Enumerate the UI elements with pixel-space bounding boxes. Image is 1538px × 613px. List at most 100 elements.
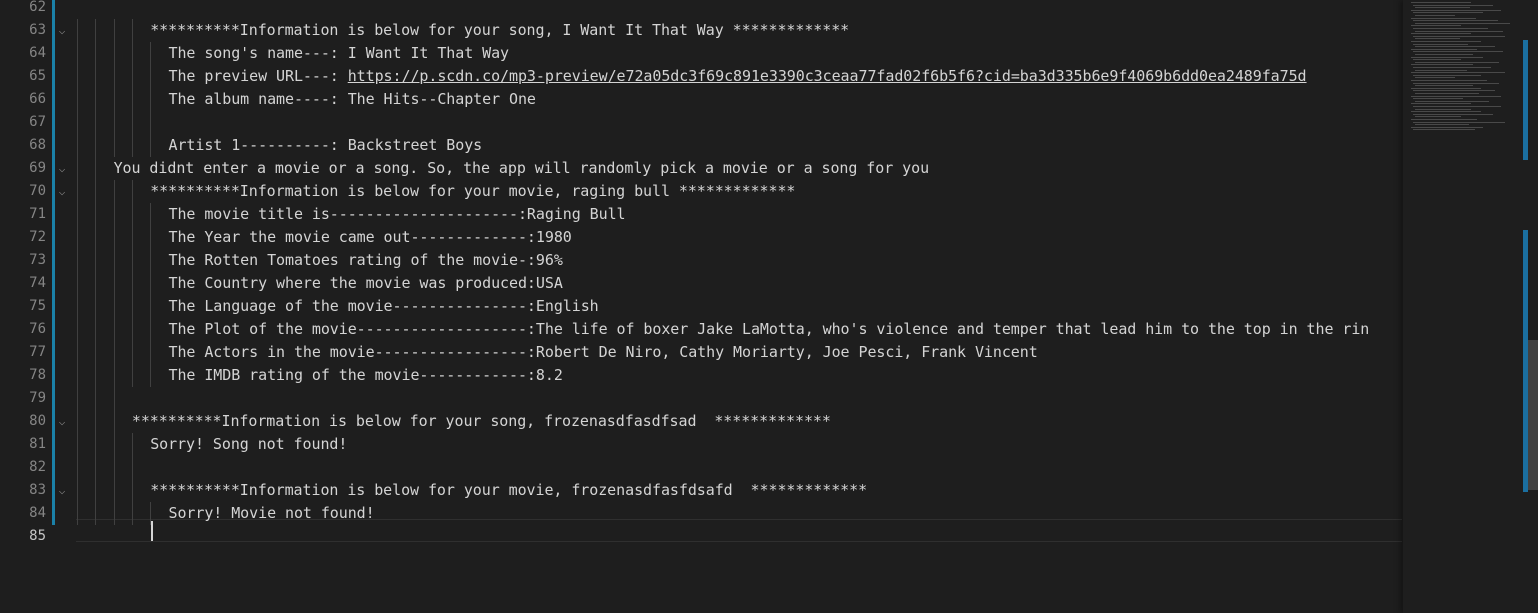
minimap-line: [1413, 98, 1463, 100]
indent-guide: [150, 318, 152, 341]
minimap-line: [1413, 82, 1499, 84]
minimap-line: [1411, 56, 1483, 58]
indent-guide: [113, 364, 115, 387]
line-number: 69: [29, 160, 46, 176]
code-editor[interactable]: 62 63 ⌵ **********Information is below for …: [0, 0, 1403, 613]
indent-guide: [95, 157, 97, 180]
code-text: Sorry! Movie not found!: [169, 502, 375, 525]
code-line[interactable]: 84 Sorry! Movie not found!: [0, 502, 1403, 525]
indent-guide: [77, 272, 78, 295]
minimap-line: [1411, 80, 1487, 81]
indent-guide: [131, 111, 133, 134]
indent-guide: [95, 364, 97, 387]
minimap-line: [1411, 87, 1481, 89]
chevron-down-icon[interactable]: ⌵: [56, 157, 68, 180]
code-line[interactable]: 68 Artist 1----------: Backstreet Boys: [0, 134, 1403, 157]
indent-guide: [131, 318, 133, 341]
code-line[interactable]: 71 The movie title is--------------------…: [0, 203, 1403, 226]
indent-guide: [113, 42, 115, 65]
minimap-line: [1413, 12, 1483, 14]
code-line[interactable]: 63 ⌵ **********Information is below for yo…: [0, 19, 1403, 42]
line-number: 84: [29, 505, 46, 521]
code-line[interactable]: 65 The preview URL---: https://p.scdn.co/…: [0, 65, 1403, 88]
code-line[interactable]: 83 ⌵ **********Information is below for yo…: [0, 479, 1403, 502]
indent-guide: [77, 387, 78, 410]
line-number: 82: [29, 459, 46, 475]
code-line[interactable]: 80 ⌵ **********Information is below for yo…: [0, 410, 1403, 433]
code-line[interactable]: 70 ⌵ **********Information is below for yo…: [0, 180, 1403, 203]
modified-line-indicator: [52, 295, 55, 318]
indent-guide: [131, 65, 133, 88]
chevron-down-icon[interactable]: ⌵: [56, 19, 68, 42]
code-line[interactable]: 77 The Actors in the movie---------------…: [0, 341, 1403, 364]
code-line[interactable]: 73 The Rotten Tomatoes rating of the movi…: [0, 249, 1403, 272]
indent-guide: [150, 88, 152, 111]
indent-guide: [131, 42, 133, 65]
chevron-down-icon[interactable]: ⌵: [56, 479, 68, 502]
code-line[interactable]: 69 ⌵ You didnt enter a movie or a song. So…: [0, 157, 1403, 180]
indent-guide: [77, 410, 78, 433]
code-text: **********Information is below for your …: [132, 410, 831, 433]
modified-line-indicator: [52, 134, 55, 157]
line-number: 74: [29, 275, 46, 291]
chevron-down-icon[interactable]: ⌵: [56, 180, 68, 203]
code-line[interactable]: 72 The Year the movie came out-----------…: [0, 226, 1403, 249]
indent-guide: [77, 203, 78, 226]
code-line[interactable]: 75 The Language of the movie-------------…: [0, 295, 1403, 318]
code-text: The Language of the movie---------------…: [169, 295, 599, 318]
modified-line-indicator: [52, 226, 55, 249]
code-text-content: The IMDB rating of the movie------------…: [168, 366, 563, 384]
minimap-line: [1415, 124, 1469, 126]
code-line[interactable]: 78 The IMDB rating of the movie----------…: [0, 364, 1403, 387]
minimap-line: [1413, 20, 1498, 22]
indent-guide: [77, 433, 78, 456]
minimap-line: [1415, 46, 1495, 48]
indent-guide: [113, 180, 115, 203]
code-line[interactable]: 85: [0, 525, 1403, 548]
minimap-line: [1413, 59, 1461, 61]
code-line[interactable]: 74 The Country where the movie was produc…: [0, 272, 1403, 295]
indent-guide: [113, 433, 115, 456]
code-text-content: The Language of the movie---------------…: [168, 297, 599, 315]
code-text-content: The Country where the movie was produced…: [168, 274, 563, 292]
code-line[interactable]: 81 Sorry! Song not found!: [0, 433, 1403, 456]
indent-guide: [77, 42, 78, 65]
line-number: 75: [29, 298, 46, 314]
modified-line-indicator: [52, 502, 55, 525]
indent-guide: [95, 226, 97, 249]
code-text-content: The Year the movie came out-------------…: [168, 228, 572, 246]
modified-line-indicator: [52, 387, 55, 410]
minimap-line: [1411, 48, 1477, 50]
chevron-down-icon[interactable]: ⌵: [56, 410, 68, 433]
code-line[interactable]: 66 The album name----: The Hits--Chapter …: [0, 88, 1403, 111]
code-line[interactable]: 67: [0, 111, 1403, 134]
indent-guide: [113, 410, 115, 433]
code-line[interactable]: 62: [0, 0, 1403, 19]
minimap-line: [1413, 4, 1493, 6]
code-text: The song's name---: I Want It That Way: [169, 42, 510, 65]
code-line[interactable]: 76 The Plot of the movie-----------------…: [0, 318, 1403, 341]
preview-url-link[interactable]: https://p.scdn.co/mp3-preview/e72a05dc3f…: [348, 67, 1307, 85]
indent-guide: [77, 249, 78, 272]
minimap-line: [1411, 111, 1481, 113]
code-text-content: Sorry! Song not found!: [150, 435, 348, 453]
code-line[interactable]: 79: [0, 387, 1403, 410]
indent-guide: [131, 180, 133, 203]
modified-line-indicator: [52, 479, 55, 502]
code-text: The Actors in the movie-----------------…: [169, 341, 1038, 364]
indent-guide: [95, 456, 97, 479]
code-text: The preview URL---: https://p.scdn.co/mp…: [169, 65, 1307, 88]
minimap-line: [1411, 72, 1505, 74]
line-number: 81: [29, 436, 46, 452]
code-line[interactable]: 64 The song's name---: I Want It That Way: [0, 42, 1403, 65]
minimap[interactable]: [1403, 0, 1523, 613]
line-number: 67: [29, 114, 46, 130]
line-number: 65: [29, 68, 46, 84]
modified-line-indicator: [52, 249, 55, 272]
code-line[interactable]: 82: [0, 456, 1403, 479]
minimap-line: [1415, 30, 1503, 32]
minimap-line: [1415, 77, 1455, 79]
line-number: 68: [29, 137, 46, 153]
minimap-line: [1411, 17, 1476, 19]
line-number: 80: [29, 413, 46, 429]
